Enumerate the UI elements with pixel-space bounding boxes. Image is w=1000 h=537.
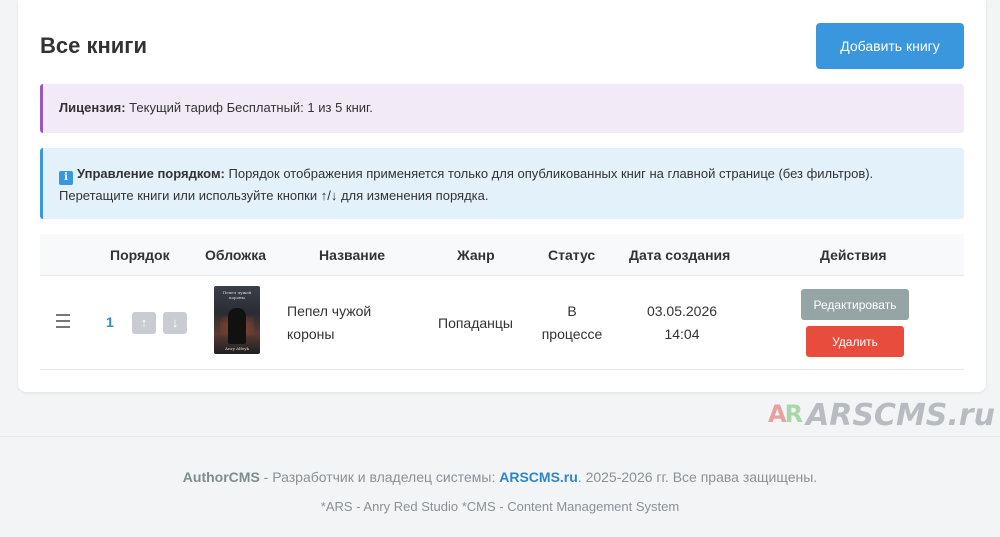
ars-logo-icon: AR bbox=[768, 400, 803, 428]
footer-copyright: AuthorCMS - Разработчик и владелец систе… bbox=[182, 469, 818, 485]
edit-button[interactable]: Редактировать bbox=[801, 289, 909, 320]
footer-brand: AuthorCMS bbox=[182, 469, 260, 485]
column-actions: Действия bbox=[820, 247, 887, 263]
delete-button[interactable]: Удалить bbox=[806, 326, 904, 357]
book-genre: Попаданцы bbox=[438, 315, 513, 331]
book-title[interactable]: Пепел чужой короны bbox=[287, 300, 371, 346]
drag-handle-icon[interactable] bbox=[56, 314, 70, 328]
watermark-text: ARSCMS.ru bbox=[806, 398, 995, 433]
cover-author: Аnry Аlfeyk bbox=[225, 346, 249, 351]
cover-caption: Пепел чужой короны bbox=[222, 290, 252, 300]
books-card: Все книги Добавить книгу Лицензия: Текущ… bbox=[18, 0, 986, 392]
license-label: Лицензия: bbox=[59, 100, 126, 115]
move-down-button[interactable]: ↓ bbox=[163, 312, 187, 334]
footer-note: *ARS - Anry Red Studio *CMS - Content Ma… bbox=[320, 499, 680, 514]
license-notice: Лицензия: Текущий тариф Бесплатный: 1 из… bbox=[40, 84, 964, 133]
move-up-button[interactable]: ↑ bbox=[132, 312, 156, 334]
order-info-text2: Перетащите книги или используйте кнопки … bbox=[59, 188, 489, 203]
column-genre[interactable]: Жанр bbox=[457, 247, 495, 263]
footer-link[interactable]: ARSCMS.ru bbox=[499, 469, 578, 485]
add-book-button[interactable]: Добавить книгу bbox=[816, 23, 964, 69]
column-created[interactable]: Дата создания bbox=[629, 247, 730, 263]
page-title: Все книги bbox=[40, 33, 147, 58]
license-text: Текущий тариф Бесплатный: 1 из 5 книг. bbox=[125, 100, 373, 115]
book-cover-image: Пепел чужой короны Аnry Аlfeyk bbox=[214, 286, 260, 354]
column-order[interactable]: Порядок bbox=[110, 247, 170, 263]
info-icon: i bbox=[59, 171, 73, 185]
column-title[interactable]: Название bbox=[319, 247, 385, 263]
order-number: 1 bbox=[106, 314, 114, 330]
order-info-text1: Порядок отображения применяется только д… bbox=[224, 166, 874, 181]
column-status[interactable]: Статус bbox=[548, 247, 595, 263]
book-status: В процессе bbox=[541, 303, 603, 342]
order-info-notice: i Управление порядком: Порядок отображени… bbox=[40, 148, 964, 219]
footer-divider bbox=[0, 436, 1000, 437]
table-row[interactable]: 1 ↑ ↓ Пепел чужой короны Аnry Аlfeyk Пеп… bbox=[40, 276, 964, 370]
table-header: Порядок Обложка Название Жанр Статус Дат… bbox=[40, 234, 964, 276]
book-created-date: 03.05.2026 14:04 bbox=[646, 303, 718, 342]
order-info-label: Управление порядком: bbox=[77, 166, 225, 181]
column-cover: Обложка bbox=[205, 247, 266, 263]
